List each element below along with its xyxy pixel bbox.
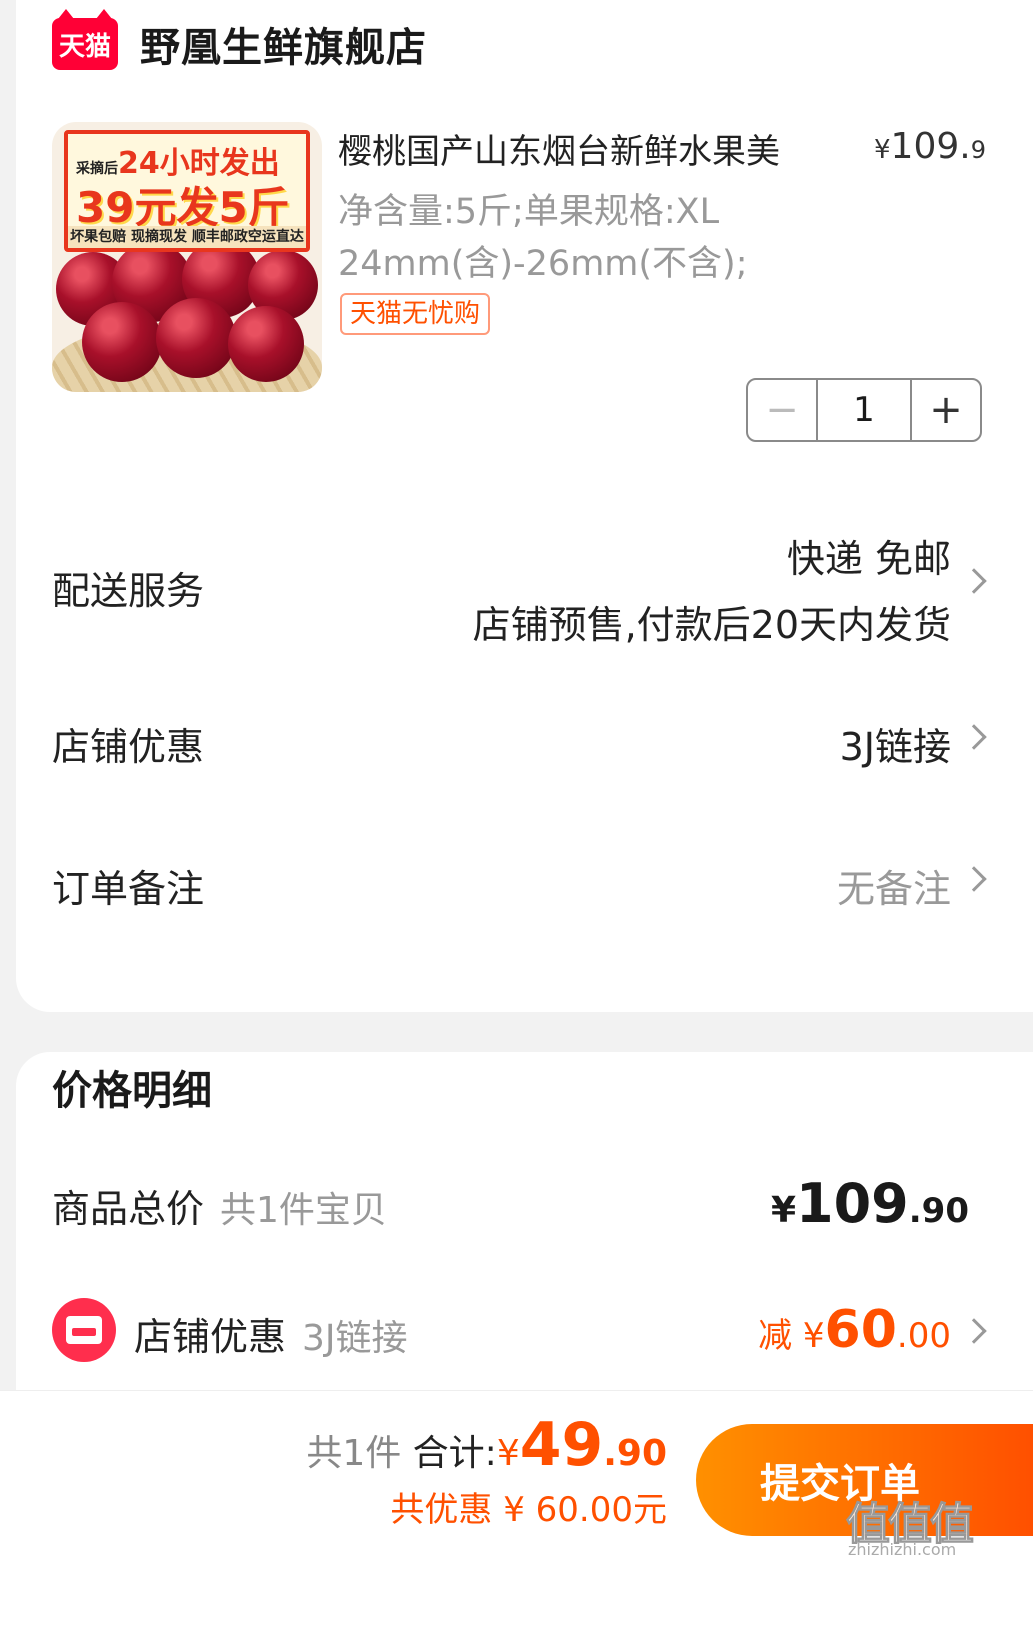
cherry-graphic (228, 306, 304, 382)
store-discount-value: 3J链接 (839, 725, 951, 769)
goods-count: 共1件宝贝 (220, 1190, 387, 1231)
delivery-label: 配送服务 (52, 569, 205, 613)
cherry-graphic (82, 302, 162, 382)
tmall-guarantee-tag[interactable]: 天猫无忧购 (340, 293, 491, 335)
tmall-logo-icon: 天猫 (52, 9, 118, 70)
goods-total-label: 商品总价 共1件宝贝 (52, 1187, 387, 1231)
quantity-value[interactable]: 1 (816, 380, 912, 440)
site-watermark-url: zhizhizhi.com (848, 1540, 957, 1559)
order-sum: 共1件 合计:¥49.90 (306, 1410, 667, 1480)
store-discount-label: 店铺优惠 (52, 725, 205, 769)
product-image[interactable]: 采摘后24小时发出 39元发5斤 坏果包赔 现摘现发 顺丰邮政空运直达 (52, 122, 322, 392)
delivery-presale-note: 店铺预售,付款后20天内发货 (472, 603, 951, 647)
shop-icon (52, 1298, 116, 1362)
price-discount-label: 店铺优惠 3J链接 (134, 1315, 408, 1359)
store-header[interactable]: 天猫 野凰生鲜旗舰店 (52, 9, 427, 74)
product-title[interactable]: 樱桃国产山东烟台新鲜水果美 (338, 124, 780, 173)
store-name: 野凰生鲜旗舰店 (140, 25, 427, 71)
decrease-button[interactable]: − (748, 380, 816, 440)
goods-total-price: ¥109.90 (770, 1172, 969, 1235)
cherry-graphic (156, 298, 236, 378)
order-note-value: 无备注 (836, 867, 951, 911)
price-detail-title: 价格明细 (52, 1068, 212, 1114)
discount-amount: 减 ¥60.00 (758, 1300, 951, 1360)
increase-button[interactable]: + (912, 380, 980, 440)
product-image-banner: 采摘后24小时发出 39元发5斤 坏果包赔 现摘现发 顺丰邮政空运直达 (64, 130, 310, 252)
quantity-stepper[interactable]: − 1 + (746, 378, 982, 442)
total-saved: 共优惠 ¥ 60.00元 (390, 1490, 667, 1530)
product-price: ¥109.9 (874, 126, 986, 167)
product-spec[interactable]: 净含量:5斤;单果规格:XL 24mm(含)-26mm(不含); (338, 186, 798, 290)
order-note-label: 订单备注 (52, 867, 205, 911)
price-discount-sub: 3J链接 (302, 1318, 408, 1359)
delivery-method: 快递 免邮 (786, 537, 951, 581)
